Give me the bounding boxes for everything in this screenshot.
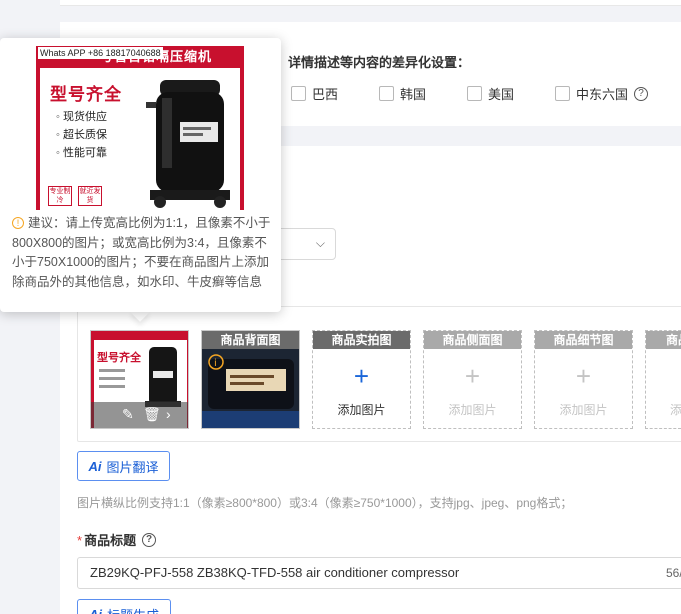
product-title-input[interactable]: ZB29KQ-PFJ-558 ZB38KQ-TFD-558 air condit… — [77, 557, 681, 589]
compressor-image — [146, 80, 230, 208]
country-label: 韩国 — [400, 87, 427, 102]
svg-text:i: i — [214, 358, 217, 369]
label-text: 商品标题 — [84, 533, 137, 548]
plus-icon: + — [575, 361, 592, 391]
country-option-gcc[interactable]: 中东六国 ? — [555, 84, 649, 103]
edit-icon[interactable]: ✎ — [122, 406, 134, 423]
product-title-label: * 商品标题 ? — [77, 530, 157, 549]
slot-header: 商品侧面图 — [424, 331, 521, 349]
add-image-label: 添 — [670, 403, 681, 417]
back-image-slot[interactable]: i 商品背面图 — [201, 330, 300, 429]
country-option-korea[interactable]: 韩国 — [379, 84, 426, 103]
stamp-badge: 专业制冷 — [48, 186, 72, 206]
diff-settings-label: 详情描述等内容的差异化设置： — [288, 55, 471, 70]
svg-text:型号齐全: 型号齐全 — [97, 350, 142, 364]
ai-icon: Ai — [88, 458, 102, 474]
add-image-slot-real-photo[interactable]: 商品实拍图 + 添加图片 — [312, 330, 411, 429]
preview-frame — [36, 68, 40, 210]
delete-icon[interactable]: 🗑 — [143, 406, 161, 423]
ai-icon: Ai — [88, 606, 102, 614]
gcc-checkbox[interactable] — [555, 86, 570, 101]
main-image-slot[interactable]: 型号齐全 ✎ 🗑 › — [90, 330, 189, 429]
slot-header: 商品细节图 — [535, 331, 632, 349]
country-label: 美国 — [488, 87, 515, 102]
chevron-down-icon: ⌵ — [315, 236, 325, 250]
preview-frame — [240, 68, 244, 210]
suggestion-text: 建议：请上传宽高比例为1:1，且像素不小于800X800的图片；或宽高比例为3:… — [12, 216, 271, 289]
country-option-usa[interactable]: 美国 — [467, 84, 514, 103]
whatsapp-watermark: Whats APP +86 18817040688 — [38, 47, 163, 59]
image-format-hint: 图片横纵比例支持1:1（像素≥800*800）或3:4（像素≥750*1000）… — [77, 496, 573, 510]
upload-suggestion: ! 建议：请上传宽高比例为1:1，且像素不小于800X800的图片；或宽高比例为3… — [12, 214, 274, 292]
button-label: 图片翻译 — [106, 459, 159, 475]
model-title: 型号齐全 — [50, 85, 122, 104]
country-label: 巴西 — [312, 87, 339, 102]
feature-item: 超长质保 — [56, 126, 107, 142]
chevron-right-icon[interactable]: › — [166, 406, 171, 422]
country-option-brazil[interactable]: 巴西 — [291, 84, 338, 103]
top-card-edge — [60, 0, 681, 6]
add-image-slot-detail[interactable]: 商品细节图 + 添加图片 — [534, 330, 633, 429]
image-preview: 号管百铬嗝压缩机 Whats APP +86 18817040688 型号齐全 … — [36, 46, 244, 210]
button-label: 标题生成 — [107, 605, 159, 614]
image-preview-popover: 号管百铬嗝压缩机 Whats APP +86 18817040688 型号齐全 … — [0, 38, 281, 312]
warning-icon: ! — [12, 217, 24, 229]
add-image-slot-side[interactable]: 商品侧面图 + 添加图片 — [423, 330, 522, 429]
image-action-bar: ✎ 🗑 › — [91, 402, 188, 428]
add-image-label: 添加图片 — [337, 403, 386, 417]
image-translate-button[interactable]: Ai 图片翻译 — [77, 451, 170, 481]
title-generate-button[interactable]: Ai 标题生成 — [77, 599, 171, 614]
required-mark: * — [77, 533, 83, 548]
country-label: 中东六国 — [576, 87, 629, 102]
slot-header: 商品 — [646, 331, 681, 349]
char-counter: 56/ — [666, 566, 681, 580]
plus-icon: + — [464, 361, 481, 391]
page: 详情描述等内容的差异化设置： 巴西 韩国 美国 中东六国 ? ⌵ 型号齐全 ✎ … — [0, 0, 681, 614]
add-image-label: 添加图片 — [559, 403, 608, 417]
feature-item: 性能可靠 — [56, 144, 107, 160]
help-icon[interactable]: ? — [142, 532, 157, 547]
slot-header: 商品实拍图 — [313, 331, 410, 349]
help-icon[interactable]: ? — [634, 86, 649, 101]
stamp-badge: 就近发货 — [78, 186, 102, 206]
usa-checkbox[interactable] — [467, 86, 482, 101]
plus-icon: + — [353, 361, 370, 391]
feature-item: 现货供应 — [56, 108, 107, 124]
slot-header: 商品背面图 — [202, 331, 299, 349]
add-image-label: 添加图片 — [448, 403, 497, 417]
korea-checkbox[interactable] — [379, 86, 394, 101]
brazil-checkbox[interactable] — [291, 86, 306, 101]
add-image-slot-more[interactable]: 商品 添 — [645, 330, 681, 429]
